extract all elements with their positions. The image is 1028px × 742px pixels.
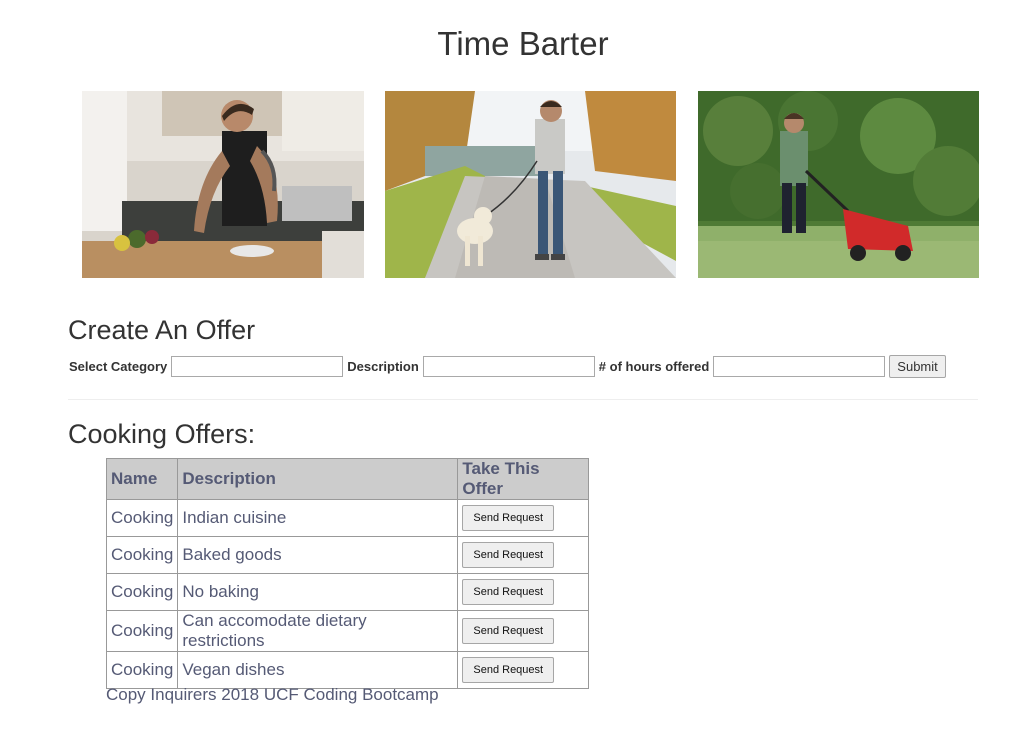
photo-cooking	[82, 91, 364, 278]
cell-name: Cooking	[105, 536, 179, 574]
create-offer-heading: Create An Offer	[68, 315, 256, 345]
cell-description: Can accomodate dietary restrictions	[177, 610, 459, 652]
column-header-take-offer: Take This Offer	[457, 458, 590, 500]
table-row: Cooking Vegan dishes Send Request	[105, 651, 590, 689]
photo-lawn-mowing	[698, 91, 979, 278]
cell-name: Cooking	[105, 651, 179, 689]
cell-description: No baking	[177, 573, 459, 611]
table-row: Cooking Can accomodate dietary restricti…	[105, 610, 590, 652]
divider	[68, 399, 978, 400]
create-offer-form: Select Category Description # of hours o…	[69, 354, 946, 378]
page: Time Barter Create An Offer Select Categ…	[0, 0, 1028, 742]
column-header-description: Description	[177, 458, 459, 500]
cell-description: Vegan dishes	[177, 651, 459, 689]
send-request-button[interactable]: Send Request	[462, 618, 555, 644]
photo-dog-walk	[385, 91, 676, 278]
send-request-button[interactable]: Send Request	[462, 505, 555, 531]
offers-table: Name Description Take This Offer Cooking…	[105, 458, 590, 689]
column-header-name: Name	[105, 458, 179, 500]
description-label: Description	[347, 358, 419, 374]
category-label: Select Category	[69, 358, 168, 374]
hours-input[interactable]	[713, 355, 886, 377]
cell-action: Send Request	[457, 536, 590, 574]
cell-name: Cooking	[105, 499, 179, 537]
description-input[interactable]	[422, 355, 595, 377]
send-request-button[interactable]: Send Request	[462, 579, 555, 605]
submit-button[interactable]: Submit	[889, 354, 946, 378]
cell-name: Cooking	[105, 573, 179, 611]
site-title: Time Barter	[437, 25, 609, 62]
table-header-row: Name Description Take This Offer	[105, 458, 590, 500]
table-row: Cooking Indian cuisine Send Request	[105, 499, 590, 537]
table-row: Cooking Baked goods Send Request	[105, 536, 590, 574]
cell-action: Send Request	[457, 651, 590, 689]
table-row: Cooking No baking Send Request	[105, 573, 590, 611]
send-request-button[interactable]: Send Request	[462, 657, 555, 683]
hours-label: # of hours offered	[598, 358, 710, 374]
cell-action: Send Request	[457, 610, 590, 652]
send-request-button[interactable]: Send Request	[462, 542, 555, 568]
cell-description: Indian cuisine	[177, 499, 459, 537]
footer-text: Copy Inquirers 2018 UCF Coding Bootcamp	[106, 685, 439, 704]
category-input[interactable]	[171, 355, 344, 377]
cell-action: Send Request	[457, 499, 590, 537]
cell-action: Send Request	[457, 573, 590, 611]
cell-description: Baked goods	[177, 536, 459, 574]
cell-name: Cooking	[105, 610, 179, 652]
offers-heading: Cooking Offers:	[68, 419, 256, 449]
